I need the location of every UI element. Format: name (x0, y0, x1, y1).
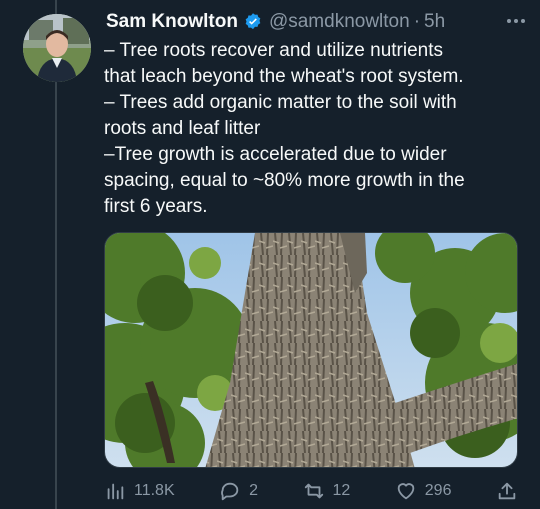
separator-dot: · (413, 11, 421, 32)
tweet-text-line: roots and leaf litter (104, 118, 261, 139)
reply-icon (221, 482, 239, 501)
retweet-button[interactable]: 12 (303, 480, 351, 502)
tweet-text-line: first 6 years. (104, 196, 208, 217)
reply-count: 2 (249, 482, 259, 499)
tweet-photo[interactable] (104, 232, 518, 468)
tweet-text-line: spacing, equal to ~80% more growth in th… (104, 170, 465, 191)
like-count: 296 (424, 482, 452, 499)
tweet-text: – Tree roots recover and utilize nutrien… (104, 38, 524, 220)
display-name[interactable]: Sam Knowlton (106, 11, 238, 33)
tweet-card: Sam Knowlton @samdknowlton · 5h – Tree r… (0, 0, 540, 509)
retweet-count: 12 (332, 482, 351, 499)
views-count: 11.8K (134, 482, 175, 499)
avatar[interactable] (23, 14, 91, 82)
retweet-icon (304, 483, 323, 499)
tweet-text-line: that leach beyond the wheat's root syste… (104, 66, 464, 87)
tweet-actions: 11.8K 2 12 296 (104, 478, 518, 504)
like-button[interactable]: 296 (395, 480, 452, 502)
heart-icon (397, 483, 415, 500)
tweet-text-line: – Trees add organic matter to the soil w… (104, 92, 457, 113)
views-button[interactable]: 11.8K (104, 480, 175, 502)
verified-badge-icon (243, 12, 263, 32)
share-icon (498, 482, 516, 500)
analytics-icon (107, 483, 124, 500)
tweet-timestamp[interactable]: 5h (424, 11, 445, 33)
tweet-text-line: – Tree roots recover and utilize nutrien… (104, 40, 444, 61)
user-handle[interactable]: @samdknowlton (269, 11, 410, 33)
tweet-header: Sam Knowlton @samdknowlton · 5h (106, 8, 530, 36)
reply-button[interactable]: 2 (219, 480, 258, 502)
thread-line-bottom (55, 82, 57, 509)
share-button[interactable] (496, 480, 518, 502)
tweet-text-line: –Tree growth is accelerated due to wider (104, 144, 447, 165)
more-dots-icon[interactable] (502, 10, 530, 32)
